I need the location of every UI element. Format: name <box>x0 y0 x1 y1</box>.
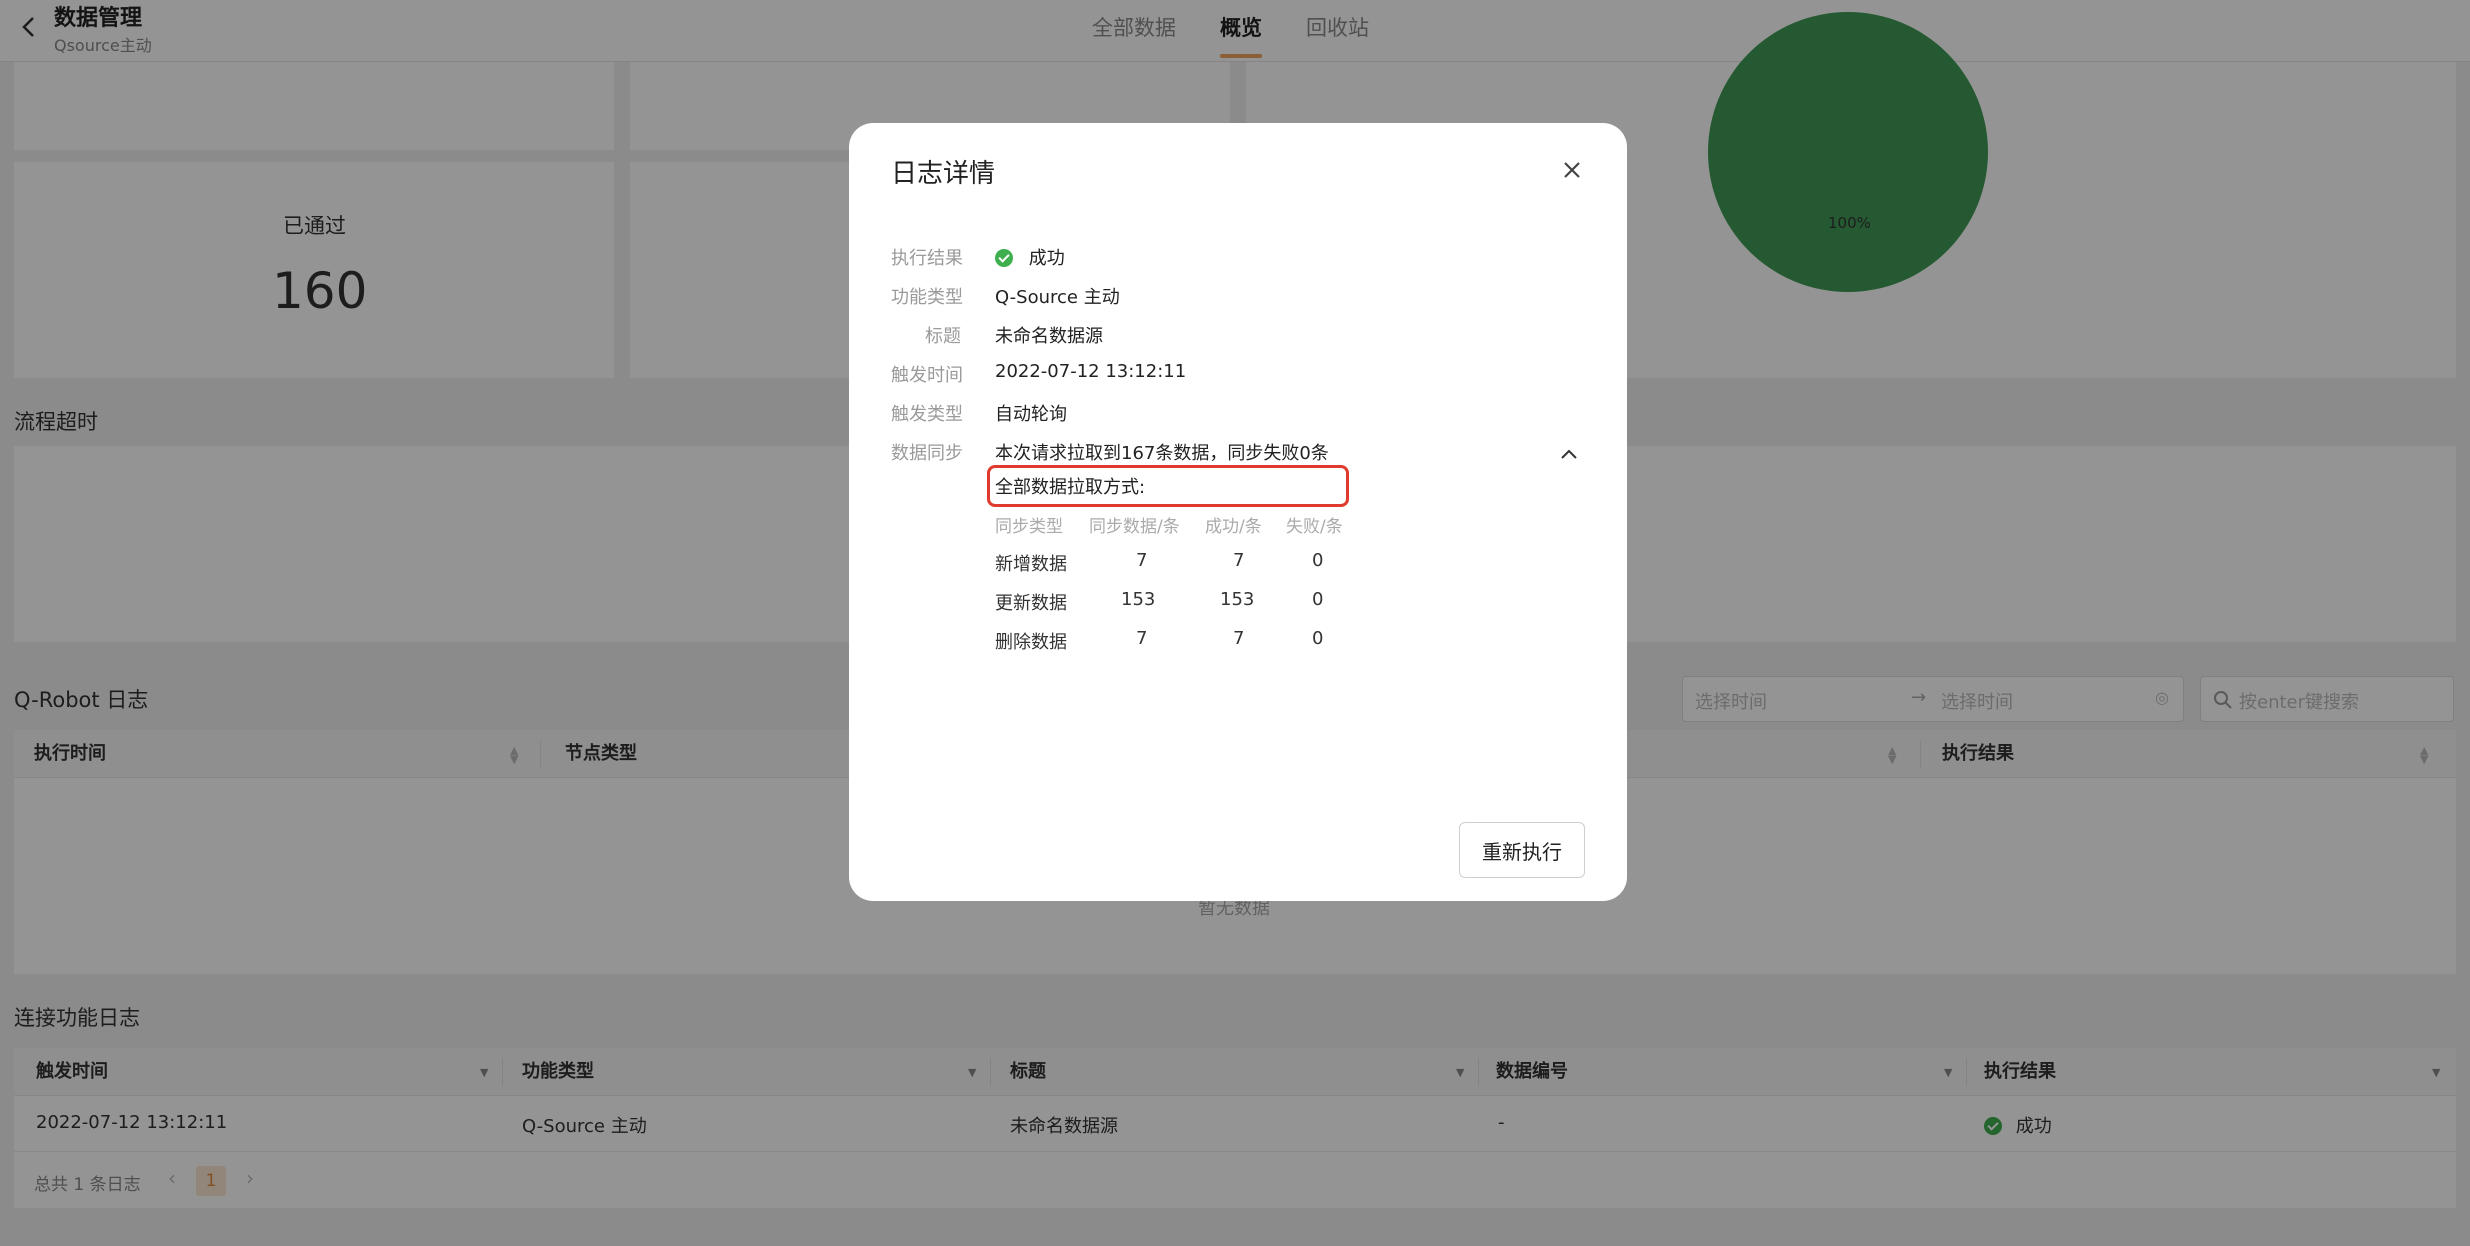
sync-row-success: 7 <box>1233 628 1245 649</box>
sync-row-failed: 0 <box>1312 628 1324 649</box>
sync-row-type: 删除数据 <box>995 632 1067 653</box>
data-sync-label: 数据同步 <box>891 443 963 464</box>
sync-col-total: 同步数据/条 <box>1089 517 1180 537</box>
sync-row-type: 新增数据 <box>995 554 1067 575</box>
close-icon[interactable] <box>1559 157 1585 183</box>
sync-col-type: 同步类型 <box>995 517 1063 537</box>
log-detail-dialog: 日志详情 执行结果 成功 功能类型 Q-Source 主动 标题 未命名数据源 … <box>849 123 1627 901</box>
success-check-icon <box>995 249 1013 267</box>
sync-row-total: 7 <box>1136 628 1148 649</box>
rerun-button[interactable]: 重新执行 <box>1459 822 1585 878</box>
sync-row-success: 153 <box>1220 589 1255 610</box>
chevron-up-icon[interactable] <box>1559 447 1579 461</box>
sync-row-type: 更新数据 <box>995 593 1067 614</box>
sync-col-failed: 失败/条 <box>1286 517 1343 537</box>
result-label: 执行结果 <box>891 248 963 269</box>
pull-mode-text: 全部数据拉取方式: <box>995 477 1146 498</box>
dialog-title: 日志详情 <box>891 159 996 189</box>
sync-row-total: 153 <box>1121 589 1156 610</box>
sync-row-total: 7 <box>1136 550 1148 571</box>
data-sync-summary: 本次请求拉取到167条数据，同步失败0条 <box>995 443 1329 464</box>
sync-row-success: 7 <box>1233 550 1245 571</box>
trigger-time-label: 触发时间 <box>891 365 963 386</box>
function-type-value: Q-Source 主动 <box>995 287 1120 308</box>
trigger-type-label: 触发类型 <box>891 404 963 425</box>
function-type-label: 功能类型 <box>891 287 963 308</box>
title-value: 未命名数据源 <box>995 326 1103 347</box>
trigger-type-value: 自动轮询 <box>995 404 1067 425</box>
result-value: 成功 <box>995 244 1065 270</box>
result-value-text: 成功 <box>1028 248 1065 269</box>
sync-col-success: 成功/条 <box>1205 517 1262 537</box>
title-label: 标题 <box>925 326 961 347</box>
sync-row-failed: 0 <box>1312 550 1324 571</box>
trigger-time-value: 2022-07-12 13:12:11 <box>995 361 1187 382</box>
sync-row-failed: 0 <box>1312 589 1324 610</box>
